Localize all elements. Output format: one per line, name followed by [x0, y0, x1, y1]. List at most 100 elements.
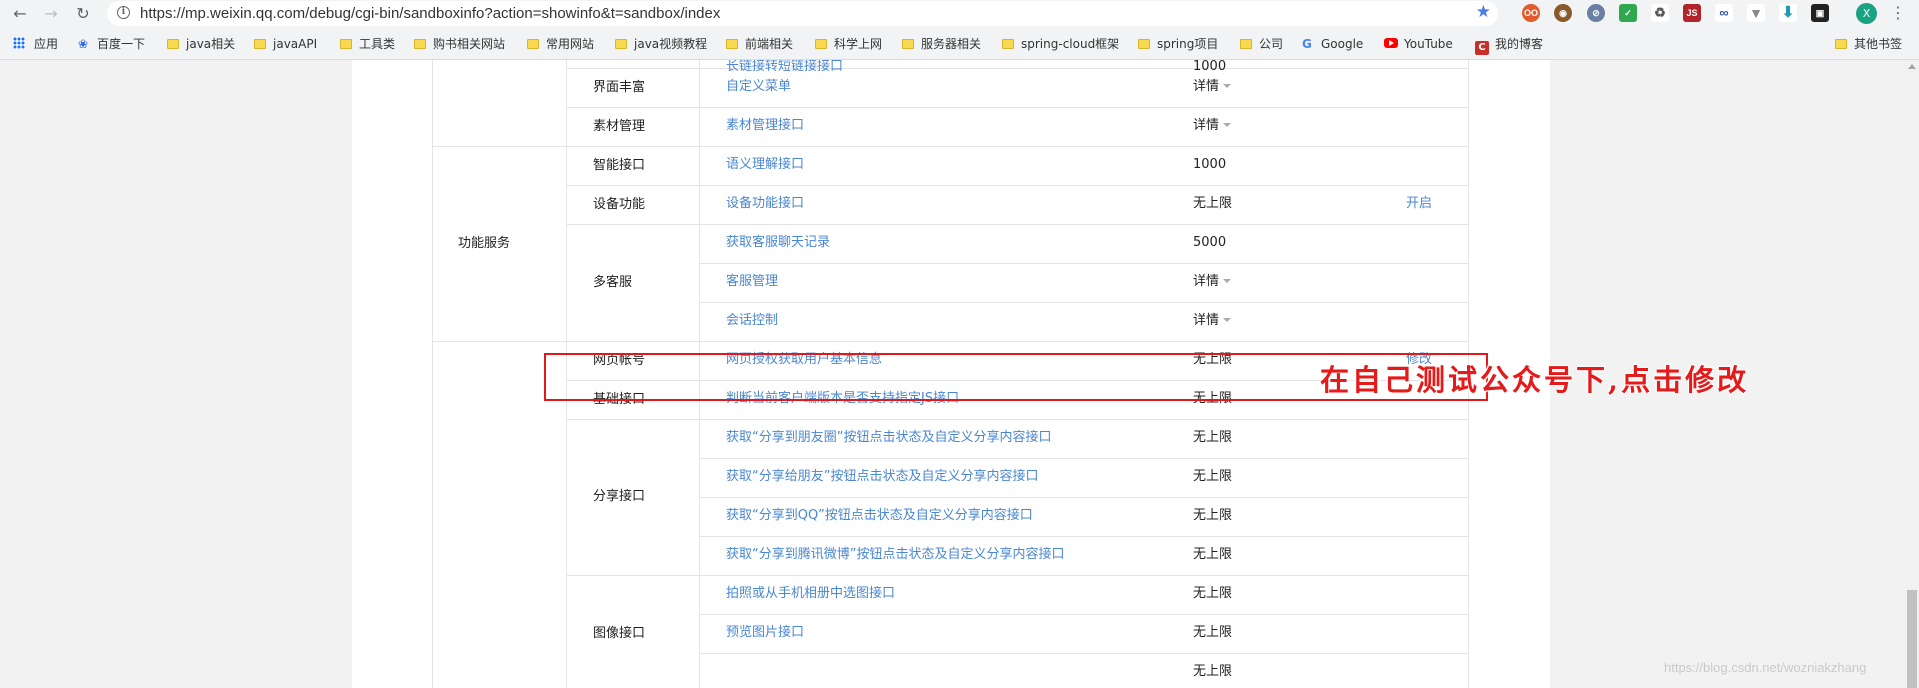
folder-icon — [1240, 39, 1252, 49]
url-text[interactable]: https://mp.weixin.qq.com/debug/cgi-bin/s… — [140, 5, 720, 22]
api-link[interactable]: 获取“分享到朋友圈”按钮点击状态及自定义分享内容接口 — [726, 428, 1051, 448]
back-icon[interactable]: ← — [9, 3, 31, 25]
detail-dropdown[interactable]: 详情 — [1193, 77, 1232, 97]
subcategory-label: 素材管理 — [593, 118, 646, 134]
bookmark-apps[interactable]: 应用 — [13, 36, 58, 52]
download-icon[interactable]: ⬇ — [1779, 4, 1797, 22]
subcategory-label: 分享接口 — [593, 489, 646, 504]
js-extension-icon[interactable]: JS — [1683, 4, 1701, 22]
scroll-up-icon[interactable] — [1908, 64, 1916, 69]
extension-icon[interactable]: ∞ — [1715, 4, 1733, 22]
api-link[interactable]: 获取“分享到QQ”按钮点击状态及自定义分享内容接口 — [726, 506, 1033, 526]
bookmark-google[interactable]: G Google — [1302, 36, 1363, 52]
vue-icon[interactable]: ▼ — [1747, 4, 1765, 22]
recycle-icon[interactable]: ♻ — [1651, 4, 1669, 22]
folder-icon — [615, 39, 627, 49]
apps-grid-icon — [13, 37, 25, 49]
row-divider — [566, 146, 699, 147]
menu-icon[interactable]: ⋮ — [1890, 4, 1906, 22]
forward-icon[interactable]: → — [40, 3, 62, 25]
bookmark-folder[interactable]: 工具类 — [340, 36, 395, 52]
quota-value: 1000 — [1193, 60, 1227, 74]
folder-icon — [527, 39, 539, 49]
quota-value: 5000 — [1193, 235, 1227, 250]
google-icon: G — [1302, 37, 1312, 51]
reload-icon[interactable]: ↻ — [72, 3, 94, 25]
detail-dropdown[interactable]: 详情 — [1193, 311, 1232, 331]
caret-down-icon — [1223, 123, 1232, 127]
bookmark-star-icon[interactable]: ★ — [1476, 2, 1491, 22]
bookmark-other[interactable]: 其他书签 — [1835, 36, 1902, 52]
category-label: 功能服务 — [458, 235, 511, 251]
scrollbar-thumb[interactable] — [1907, 590, 1917, 688]
detail-dropdown[interactable]: 详情 — [1193, 272, 1232, 292]
bookmark-folder[interactable]: 购书相关网站 — [414, 36, 505, 52]
folder-icon — [726, 39, 738, 49]
scrollbar[interactable] — [1905, 60, 1919, 688]
extension-icon[interactable]: ▣ — [1811, 4, 1829, 22]
address-bar[interactable]: i https://mp.weixin.qq.com/debug/cgi-bin… — [107, 1, 1498, 26]
bookmark-folder[interactable]: spring-cloud框架 — [1002, 36, 1119, 52]
detail-dropdown[interactable]: 详情 — [1193, 116, 1232, 136]
profile-avatar[interactable]: X — [1856, 3, 1877, 24]
bookmark-youtube[interactable]: YouTube — [1384, 36, 1453, 52]
extension-icon[interactable]: ◉ — [1554, 4, 1572, 22]
api-link[interactable]: 自定义菜单 — [726, 77, 791, 97]
quota-value: 无上限 — [1193, 430, 1233, 445]
row-divider — [699, 146, 1468, 147]
subcategory-label: 智能接口 — [593, 157, 646, 173]
row-divider — [699, 614, 1468, 615]
bookmark-folder[interactable]: 科学上网 — [815, 36, 882, 52]
bookmark-folder[interactable]: 公司 — [1240, 36, 1283, 52]
api-link[interactable]: 会话控制 — [726, 311, 778, 331]
api-link[interactable]: 预览图片接口 — [726, 623, 804, 643]
quota-value: 无上限 — [1193, 625, 1233, 640]
row-divider — [566, 341, 699, 342]
table-border — [432, 60, 433, 688]
csdn-icon: C — [1475, 41, 1489, 55]
bookmark-folder[interactable]: java视频教程 — [615, 36, 707, 52]
api-link[interactable]: 语义理解接口 — [726, 155, 804, 175]
quota-value: 无上限 — [1193, 508, 1233, 523]
extension-icon[interactable]: OO — [1522, 4, 1540, 22]
folder-icon — [167, 39, 179, 49]
row-divider — [699, 263, 1468, 264]
subcategory-label: 图像接口 — [593, 625, 646, 641]
bookmark-blog[interactable]: C 我的博客 — [1475, 36, 1543, 55]
site-info-icon[interactable]: i — [117, 6, 130, 19]
api-link[interactable]: 获取“分享到腾讯微博”按钮点击状态及自定义分享内容接口 — [726, 545, 1064, 565]
subcategory-label: 设备功能 — [593, 196, 646, 212]
detail-label: 详情 — [1193, 313, 1220, 328]
bookmark-folder[interactable]: 常用网站 — [527, 36, 594, 52]
api-link[interactable]: 获取“分享给朋友”按钮点击状态及自定义分享内容接口 — [726, 467, 1038, 487]
detail-label: 详情 — [1193, 274, 1220, 289]
api-link[interactable]: 客服管理 — [726, 272, 778, 292]
row-divider — [566, 224, 699, 225]
api-link[interactable]: 素材管理接口 — [726, 116, 804, 136]
bookmark-folder[interactable]: java相关 — [167, 36, 235, 52]
api-link[interactable]: 设备功能接口 — [726, 194, 804, 214]
bookmark-folder[interactable]: 服务器相关 — [902, 36, 981, 52]
page-content: 长链接转短链接接口 1000 界面丰富 自定义菜单 详情 素材管理 素材管理接口 详情 智能… — [0, 60, 1919, 688]
row-divider — [699, 341, 1468, 342]
row-divider — [699, 224, 1468, 225]
row-divider — [699, 575, 1468, 576]
row-divider — [699, 419, 1468, 420]
caret-down-icon — [1223, 318, 1232, 322]
api-link[interactable]: 长链接转短链接接口 — [726, 60, 843, 77]
api-link[interactable]: 拍照或从手机相册中选图接口 — [726, 584, 895, 604]
annotation-text: 在自己测试公众号下,点击修改 — [1320, 363, 1750, 397]
row-divider — [566, 575, 699, 576]
folder-icon — [1138, 39, 1150, 49]
api-link[interactable]: 获取客服聊天记录 — [726, 233, 830, 253]
quota-value: 无上限 — [1193, 586, 1233, 601]
bookmark-folder[interactable]: javaAPI — [254, 36, 317, 52]
bookmark-baidu[interactable]: ❀ 百度一下 — [78, 36, 145, 52]
extension-icon[interactable]: ⊘ — [1587, 4, 1605, 22]
enable-button[interactable]: 开启 — [1406, 194, 1432, 214]
folder-icon — [254, 39, 266, 49]
shield-icon[interactable]: ✓ — [1619, 4, 1637, 22]
bookmark-folder[interactable]: 前端相关 — [726, 36, 793, 52]
quota-value: 无上限 — [1193, 469, 1233, 484]
bookmark-folder[interactable]: spring项目 — [1138, 36, 1218, 52]
